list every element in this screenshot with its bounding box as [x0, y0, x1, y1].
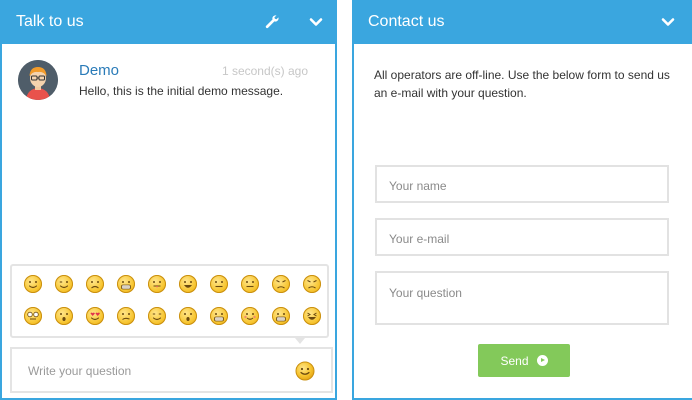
emoji-big-smile-icon[interactable] [179, 275, 197, 293]
contact-title: Contact us [368, 13, 445, 30]
email-field [375, 218, 669, 256]
emoji-smile-icon[interactable] [24, 275, 42, 293]
emoji-laughing-icon[interactable] [303, 307, 321, 325]
message-text: Hello, this is the initial demo message. [79, 84, 284, 98]
talk-header[interactable]: Talk to us [0, 0, 337, 44]
emoji-neutral-icon[interactable] [210, 275, 228, 293]
name-input[interactable] [387, 176, 661, 196]
emoji-straight-icon[interactable] [241, 275, 259, 293]
emoji-grin-teeth-icon[interactable] [117, 275, 135, 293]
question-input[interactable] [26, 361, 290, 381]
emoji-sly-icon[interactable] [148, 307, 166, 325]
smiley-icon[interactable] [295, 361, 315, 386]
chevron-down-icon[interactable] [306, 12, 326, 32]
question-field [375, 271, 669, 325]
emoji-angry-icon[interactable] [272, 275, 290, 293]
talk-title: Talk to us [16, 13, 84, 30]
talk-panel: Talk to us Demo 1 second(s) ago Hello, t… [0, 0, 337, 400]
offline-notice: All operators are off-line. Use the belo… [374, 68, 670, 100]
emoji-picker-caret [295, 338, 305, 344]
send-button[interactable]: Send [478, 344, 570, 377]
emoji-nerd-icon[interactable] [24, 307, 42, 325]
arrow-right-circle-icon [536, 355, 548, 366]
emoji-confused-icon[interactable] [117, 307, 135, 325]
chat-message: Demo 1 second(s) ago Hello, this is the … [18, 60, 308, 104]
contact-header[interactable]: Contact us [352, 0, 692, 44]
emoji-picker [10, 264, 329, 338]
emoji-laugh-teeth-icon[interactable] [210, 307, 228, 325]
emoji-furious-icon[interactable] [303, 275, 321, 293]
emoji-heart-eyes-icon[interactable] [86, 307, 104, 325]
message-sender: Demo [79, 62, 120, 79]
question-textarea[interactable] [387, 284, 661, 324]
name-field [375, 165, 669, 203]
wrench-icon[interactable] [262, 12, 282, 32]
emoji-frown-icon[interactable] [86, 275, 104, 293]
send-label: Send [500, 353, 529, 368]
question-input-box [10, 347, 333, 393]
contact-panel: Contact us All operators are off-line. U… [352, 0, 692, 400]
emoji-wink-icon[interactable] [55, 275, 73, 293]
chevron-down-icon[interactable] [658, 12, 678, 32]
emoji-surprised-icon[interactable] [179, 307, 197, 325]
email-input[interactable] [387, 229, 661, 249]
emoji-shocked-icon[interactable] [55, 307, 73, 325]
emoji-tongue-icon[interactable] [148, 275, 166, 293]
message-time: 1 second(s) ago [221, 64, 308, 78]
emoji-blush-icon[interactable] [241, 307, 259, 325]
emoji-teeth-wide-icon[interactable] [272, 307, 290, 325]
avatar [18, 60, 58, 100]
